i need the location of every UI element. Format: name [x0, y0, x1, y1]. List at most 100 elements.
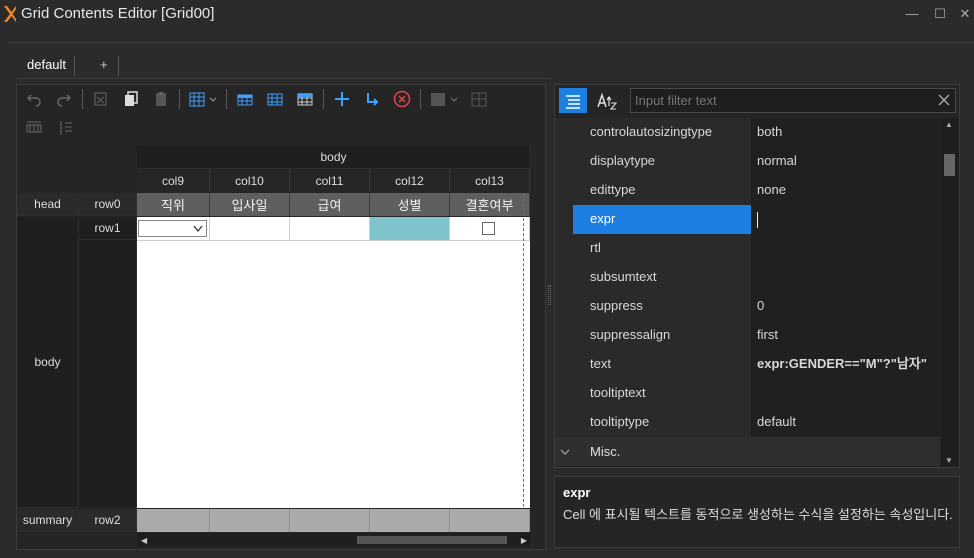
panel-splitter[interactable] [548, 285, 551, 305]
property-row[interactable]: edittype none [555, 176, 940, 205]
head-cell[interactable]: 성별 [370, 193, 450, 216]
scroll-up-icon[interactable]: ▲ [945, 120, 953, 129]
property-value[interactable]: both [752, 118, 940, 147]
add-summary-row-icon[interactable] [263, 88, 287, 110]
categorized-list-icon [566, 94, 580, 109]
summary-cell[interactable] [370, 509, 450, 532]
band-header: body [137, 146, 531, 169]
column-header[interactable]: col11 [290, 169, 370, 192]
column-width-icon[interactable] [54, 117, 78, 139]
add-tab-button[interactable]: + [90, 56, 119, 76]
add-icon[interactable] [330, 88, 354, 110]
chevron-down-icon [193, 225, 203, 233]
property-value[interactable]: default [752, 408, 940, 437]
alphabetical-view-button[interactable] [593, 88, 621, 113]
body-cell[interactable] [290, 217, 370, 241]
row-band-head: head [17, 193, 79, 216]
checkbox-cell[interactable] [450, 217, 530, 241]
redo-icon[interactable] [52, 88, 76, 110]
column-header[interactable]: col13 [450, 169, 530, 192]
copy-icon[interactable] [119, 88, 143, 110]
app-logo-icon [3, 5, 17, 23]
property-row[interactable]: suppress 0 [555, 292, 940, 321]
property-row[interactable]: subsumtext [555, 263, 940, 292]
property-row[interactable]: controlautosizingtype both [555, 118, 940, 147]
property-name: edittype [555, 176, 752, 205]
horizontal-scrollbar[interactable]: ◀ ▶ [137, 533, 530, 547]
property-value[interactable] [752, 263, 940, 292]
property-name: rtl [555, 234, 752, 263]
head-cell[interactable]: 직위 [137, 193, 210, 216]
selected-cell[interactable] [370, 217, 450, 241]
delete-icon[interactable] [390, 88, 414, 110]
merge-cells-icon[interactable] [427, 88, 461, 110]
checkbox[interactable] [482, 222, 495, 235]
property-scrollbar[interactable]: ▲ ▼ [941, 118, 959, 467]
insert-arrow-icon[interactable] [360, 88, 384, 110]
column-header[interactable]: col12 [370, 169, 450, 192]
window-title: Grid Contents Editor [Grid00] [21, 5, 215, 22]
property-row[interactable]: suppressalign first [555, 321, 940, 350]
property-name: controlautosizingtype [555, 118, 752, 147]
property-value[interactable]: 0 [752, 292, 940, 321]
property-value[interactable] [752, 234, 940, 263]
description-text: Cell 에 표시될 텍스트를 동적으로 생성하는 수식을 설정하는 속성입니다… [563, 507, 953, 522]
category-misc[interactable]: Misc. [555, 437, 940, 466]
toolbar-separator [420, 89, 421, 109]
head-cell[interactable]: 결혼여부 [450, 193, 530, 216]
property-value[interactable]: normal [752, 147, 940, 176]
property-row[interactable]: tooltiptext [555, 379, 940, 408]
property-name: expr [573, 205, 752, 234]
cut-icon[interactable] [89, 88, 113, 110]
toolbar-separator [323, 89, 324, 109]
minimize-button[interactable]: — [902, 6, 922, 21]
split-cells-icon[interactable] [467, 88, 491, 110]
property-row[interactable]: tooltiptype default [555, 408, 940, 437]
summary-cell[interactable] [450, 509, 530, 532]
property-value[interactable]: first [752, 321, 940, 350]
add-head-row-icon[interactable] [233, 88, 257, 110]
tab-underline [17, 78, 551, 79]
add-body-row-icon[interactable] [293, 88, 317, 110]
combo-box[interactable] [138, 220, 207, 237]
body-band-area [137, 217, 530, 508]
scrollbar-thumb[interactable] [357, 536, 507, 544]
summary-cell[interactable] [290, 509, 370, 532]
sort-alpha-icon [597, 92, 618, 110]
summary-cell[interactable] [210, 509, 290, 532]
row-label-row0[interactable]: row0 [79, 193, 137, 216]
close-button[interactable]: ✕ [955, 6, 974, 22]
column-header[interactable]: col9 [137, 169, 210, 192]
undo-icon[interactable] [22, 88, 46, 110]
combo-cell[interactable] [137, 217, 210, 241]
head-cell[interactable]: 급여 [290, 193, 370, 216]
summary-cell[interactable] [137, 509, 210, 532]
row-height-icon[interactable] [22, 117, 46, 139]
scroll-left-icon[interactable]: ◀ [141, 536, 147, 545]
property-value[interactable] [752, 379, 940, 408]
property-row[interactable]: displaytype normal [555, 147, 940, 176]
grid-width-guide [523, 193, 524, 532]
property-name: text [555, 350, 752, 379]
column-header[interactable]: col10 [210, 169, 290, 192]
head-cell[interactable]: 입사일 [210, 193, 290, 216]
row-label-row1[interactable]: row1 [79, 217, 137, 240]
property-value[interactable]: expr:GENDER=="M"?"남자" [752, 350, 940, 379]
body-cell[interactable] [210, 217, 290, 241]
scroll-down-icon[interactable]: ▼ [945, 456, 953, 465]
clear-filter-icon[interactable] [936, 92, 952, 108]
maximize-button[interactable]: ☐ [930, 6, 950, 22]
property-row-selected[interactable]: expr [555, 205, 940, 234]
scrollbar-thumb[interactable] [944, 154, 955, 176]
scroll-right-icon[interactable]: ▶ [521, 536, 527, 545]
paste-icon[interactable] [149, 88, 173, 110]
expr-value-input[interactable] [752, 205, 940, 234]
property-row[interactable]: rtl [555, 234, 940, 263]
insert-column-icon[interactable] [186, 88, 220, 110]
property-value[interactable]: none [752, 176, 940, 205]
property-row[interactable]: text expr:GENDER=="M"?"남자" [555, 350, 940, 379]
row-label-row2[interactable]: row2 [79, 509, 137, 532]
filter-input[interactable] [630, 88, 956, 113]
tab-default[interactable]: default [19, 56, 76, 76]
categorized-view-button[interactable] [559, 88, 587, 113]
